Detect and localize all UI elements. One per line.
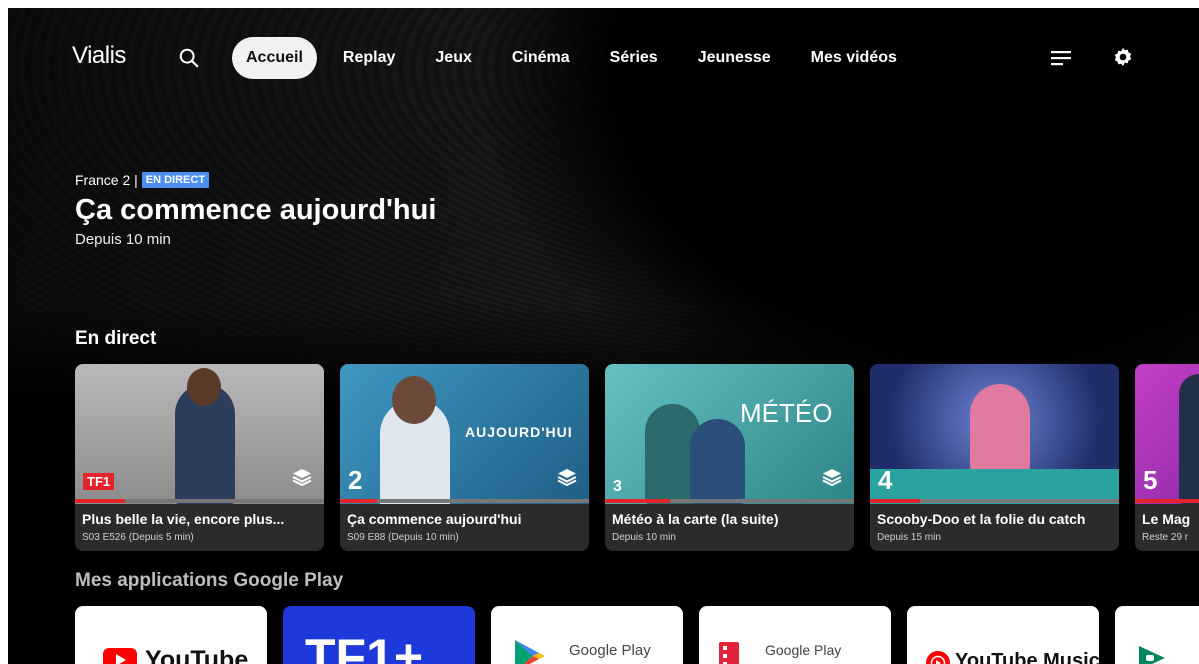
vialis-logo[interactable]: Vialis [72,42,126,70]
app-tile-google-play-store[interactable]: Google Play [491,606,683,664]
progress-bar [870,499,1119,503]
tab-replay[interactable]: Replay [323,37,415,79]
app-tile-tf1plus[interactable]: TF1+ [283,606,475,664]
google-play-icon [515,640,545,664]
live-card-france4[interactable]: 4 Scooby-Doo et la folie du catch Depuis… [870,364,1119,551]
app-tile-google-play-films[interactable]: Google Play [699,606,891,664]
card-title: Le Mag [1142,511,1191,527]
hero-channel-line: France 2 | EN DIRECT [75,172,436,188]
france4-logo: 4 [878,465,893,495]
section-title-apps: Mes applications Google Play [75,570,344,591]
tab-jeunesse[interactable]: Jeunesse [678,37,791,79]
hero-subtitle: Depuis 10 min [75,231,171,248]
nav-tabs: Accueil Replay Jeux Cinéma Séries Jeunes… [232,36,917,80]
card-meta: Reste 29 r [1142,532,1189,543]
live-card-tf1[interactable]: TF1 Plus belle la vie, encore plus... S0… [75,364,324,551]
app-tile-youtube[interactable]: YouTube [75,606,267,664]
tab-jeux[interactable]: Jeux [415,37,491,79]
card-title: Plus belle la vie, encore plus... [82,511,285,527]
progress-bar [605,499,854,503]
thumbnail: TF1 [75,364,324,504]
thumbnail: 4 [870,364,1119,504]
live-card-france3[interactable]: MÉTÉO 3 Météo à la carte (la suite) Depu… [605,364,854,551]
thumbnail: 5 [1135,364,1199,504]
presenter-figure-2 [690,419,745,504]
presenter-head [187,368,221,406]
hero-info: France 2 | EN DIRECT Ça commence aujourd… [75,172,436,248]
live-card-france5[interactable]: 5 Le Mag Reste 29 r [1135,364,1199,551]
app-label: Google Play [569,642,651,659]
progress-fill [605,499,670,503]
live-card-france2[interactable]: AUJOURD'HUI 2 Ça commence aujourd'hui S0… [340,364,589,551]
google-play-films-icon [719,642,739,664]
layers-icon [557,469,577,486]
progress-fill [340,499,378,503]
show-logo-text: MÉTÉO [740,398,833,428]
layers-icon [292,469,312,486]
thumbnail: AUJOURD'HUI 2 [340,364,589,504]
app-label: TF1+ [305,629,424,664]
france2-logo: 2 [348,465,363,495]
tab-series[interactable]: Séries [590,37,678,79]
show-logo-text: AUJOURD'HUI [465,424,573,440]
hero-gradient [8,8,1199,664]
search-icon[interactable] [178,47,200,69]
progress-bar [340,499,589,503]
app-label: YouTube Music [955,650,1099,664]
live-carousel: TF1 Plus belle la vie, encore plus... S0… [75,364,1199,552]
presenter-figure [1179,374,1199,504]
app-label: YouTube [145,646,249,664]
card-meta: S03 E526 (Depuis 5 min) [82,532,194,543]
france5-logo: 5 [1143,465,1158,495]
top-nav: Vialis Accueil Replay Jeux Cinéma Séries… [8,36,1199,80]
tv-home-screen: Vialis Accueil Replay Jeux Cinéma Séries… [8,8,1199,664]
apps-carousel: YouTube TF1+ Google Play Google Play You… [75,606,1199,664]
tab-mes-videos[interactable]: Mes vidéos [791,37,917,79]
tf1-logo: TF1 [83,473,115,490]
section-title-live: En direct [75,328,157,349]
progress-fill [1135,499,1199,503]
thumbnail: MÉTÉO 3 [605,364,854,504]
menu-icon[interactable] [1050,48,1072,68]
card-meta: Depuis 10 min [612,532,676,543]
hero-title: Ça commence aujourd'hui [75,194,437,226]
card-meta: S09 E88 (Depuis 10 min) [347,532,459,543]
app-tile-youtube-music[interactable]: YouTube Music [907,606,1099,664]
progress-fill [870,499,920,503]
card-title: Météo à la carte (la suite) [612,511,779,527]
card-title: Ça commence aujourd'hui [347,511,522,527]
live-badge: EN DIRECT [141,172,210,188]
layers-icon [822,469,842,486]
card-title: Scooby-Doo et la folie du catch [877,511,1086,527]
presenter-head [392,376,436,424]
progress-bar [1135,499,1199,503]
progress-fill [75,499,125,503]
card-meta: Depuis 15 min [877,532,941,543]
tab-cinema[interactable]: Cinéma [492,37,590,79]
google-play-games-icon [1139,646,1165,664]
logo-text: Vialis [72,42,126,69]
youtube-play-icon [103,648,137,664]
hero-channel: France 2 | [75,172,138,188]
app-label: Google Play [765,642,842,658]
app-tile-google-play-games[interactable] [1115,606,1199,664]
france3-logo: 3 [613,478,622,495]
progress-bar [75,499,324,503]
gear-icon[interactable] [1112,46,1134,68]
tab-accueil[interactable]: Accueil [232,37,317,79]
youtube-music-icon [926,651,950,664]
